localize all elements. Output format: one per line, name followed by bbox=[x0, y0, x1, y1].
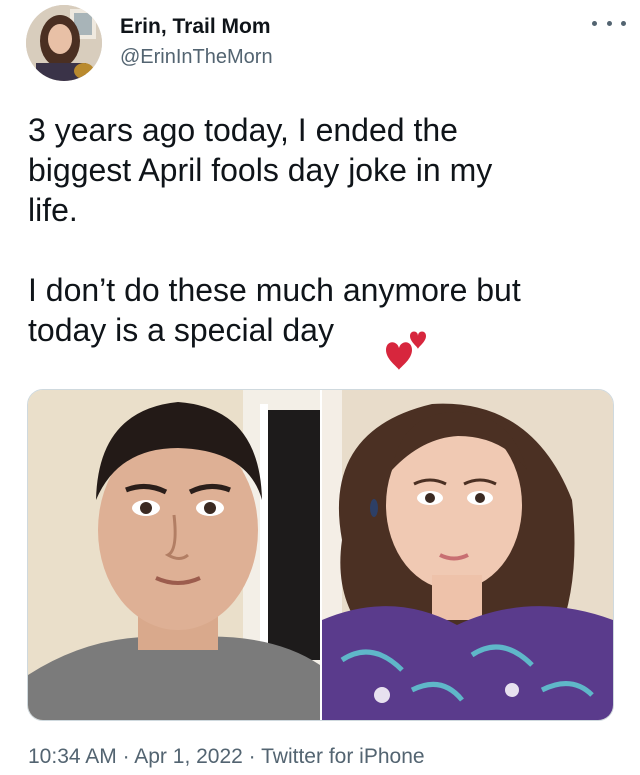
tweet-timestamp[interactable]: 10:34 AM · Apr 1, 2022 bbox=[28, 745, 243, 768]
display-name[interactable]: Erin, Trail Mom bbox=[120, 15, 271, 39]
photo-image bbox=[28, 390, 320, 720]
tweet-text: 3 years ago today, I ended the biggest A… bbox=[28, 112, 521, 348]
user-handle[interactable]: @ErinInTheMorn bbox=[120, 46, 273, 69]
separator: · bbox=[116, 745, 135, 768]
more-options-button[interactable] bbox=[592, 13, 626, 33]
ellipsis-icon bbox=[592, 20, 597, 26]
media-grid bbox=[27, 389, 614, 721]
tweet-source-link[interactable]: Twitter for iPhone bbox=[261, 745, 424, 768]
date-label: Apr 1, 2022 bbox=[134, 745, 243, 768]
tweet-meta: 10:34 AM · Apr 1, 2022 · Twitter for iPh… bbox=[28, 745, 425, 769]
photo-before[interactable] bbox=[28, 390, 320, 720]
time-label: 10:34 AM bbox=[28, 745, 117, 768]
avatar[interactable] bbox=[26, 5, 102, 81]
tweet-header: Erin, Trail Mom @ErinInTheMorn bbox=[26, 5, 626, 83]
avatar-photo bbox=[26, 5, 102, 81]
heart-icon bbox=[386, 331, 426, 370]
photo-image bbox=[322, 390, 613, 720]
photo-after[interactable] bbox=[322, 390, 613, 720]
separator: · bbox=[242, 745, 262, 768]
